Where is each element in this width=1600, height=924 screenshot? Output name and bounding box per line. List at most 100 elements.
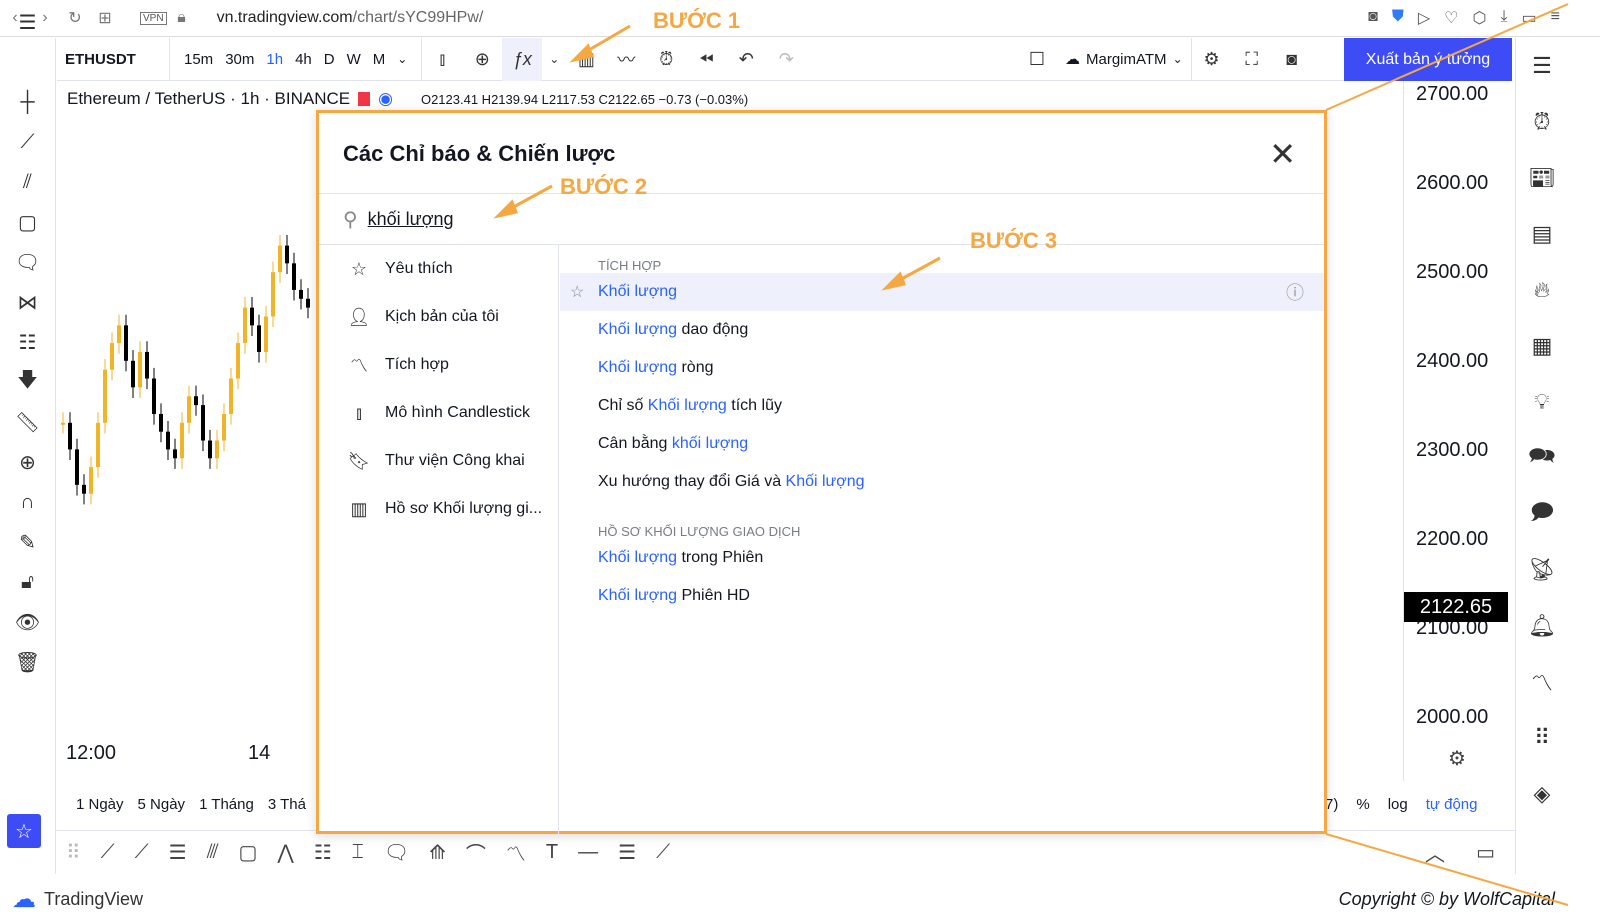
templates-icon[interactable]: 〰 — [606, 38, 646, 81]
vpn-badge[interactable]: VPN — [140, 11, 167, 25]
alarm-icon[interactable]: ⏰︎ — [1516, 94, 1568, 150]
path-icon[interactable]: ⟰ — [429, 840, 446, 865]
layers-icon[interactable]: ◈ — [1516, 766, 1568, 822]
trend-line-icon[interactable]: ⟋ — [101, 841, 115, 864]
crosshair-icon[interactable]: ┼ — [0, 82, 55, 122]
camera-icon[interactable]: ◙ — [1368, 8, 1378, 28]
scale-option[interactable]: 7) — [1325, 796, 1338, 813]
price-axis[interactable]: 2000.00 2100.00 2200.00 2300.00 2400.00 2500.… — [1403, 81, 1513, 781]
text-note-icon[interactable]: 🗨︎ — [0, 242, 55, 282]
candlestick-chart[interactable] — [57, 81, 317, 521]
dom-icon[interactable]: ⠿ — [1516, 710, 1568, 766]
indicator-item[interactable]: Xu hướng thay đổi Giá và Khối lượng — [560, 463, 1324, 501]
snapshot-icon[interactable]: ◙ — [1272, 38, 1312, 81]
chat-icon[interactable]: 🗪 — [1516, 430, 1568, 486]
indicators-icon[interactable]: ƒx — [502, 37, 543, 81]
arrow-down-icon[interactable]: 🡇 — [0, 362, 55, 402]
eye-icon[interactable]: 👁︎ — [0, 602, 55, 642]
range-button[interactable]: 1 Tháng — [199, 796, 254, 813]
text-icon[interactable]: T — [546, 841, 558, 864]
indicator-item[interactable]: Chỉ số Khối lượng tích lũy — [560, 387, 1324, 425]
send-icon[interactable]: ▷ — [1418, 8, 1430, 28]
layout-icon[interactable]: ☐ — [1017, 38, 1057, 81]
heart-icon[interactable]: ♡ — [1444, 8, 1458, 28]
bar-chart-icon[interactable]: ▥ — [566, 38, 606, 81]
menu-icon[interactable]: ☰ — [0, 0, 55, 44]
indicator-item[interactable]: Khối lượng Phiên HD — [560, 577, 1324, 615]
ruler-icon[interactable]: 📏︎ — [0, 402, 55, 442]
grid-icon[interactable]: ⊞ — [90, 8, 120, 28]
axis-settings-icon[interactable]: ⚙︎ — [1448, 746, 1466, 771]
calendar-icon[interactable]: ▦ — [1516, 318, 1568, 374]
range-button[interactable]: 1 Ngày — [76, 796, 124, 813]
parallel-channel-icon[interactable]: ☰ — [169, 840, 187, 865]
indicator-item[interactable]: Khối lượng ròng — [560, 349, 1324, 387]
lock-icon[interactable]: 🔓︎ — [0, 562, 55, 602]
ray-icon[interactable]: ⟋ — [135, 841, 149, 864]
chevron-up-icon[interactable]: ︿ — [1425, 838, 1445, 867]
ideas-icon[interactable]: 💡︎ — [1516, 374, 1568, 430]
bell-icon[interactable]: 🔔︎ — [1516, 598, 1568, 654]
fib-icon[interactable]: ⫽ — [0, 162, 55, 202]
url-bar[interactable]: vn.tradingview.com/chart/sYC99HPw/ — [217, 9, 484, 27]
price-range-icon[interactable]: ⌶ — [352, 841, 364, 864]
range-button[interactable]: 3 Thá — [268, 796, 306, 813]
rectangle-icon[interactable]: ▢ — [239, 840, 258, 865]
search-input[interactable]: ⚲ khối lượng — [319, 193, 1324, 245]
callout-icon[interactable]: 🗨︎ — [384, 840, 409, 865]
box-icon[interactable]: ⬡ — [1472, 8, 1486, 28]
star-icon[interactable]: ☆ — [570, 282, 584, 302]
zoom-in-icon[interactable]: ⊕ — [0, 442, 55, 482]
range-button[interactable]: 5 Ngày — [138, 796, 186, 813]
fullscreen-icon[interactable]: ⛶ — [1232, 38, 1272, 81]
alert-icon[interactable]: ⏰︎ — [646, 38, 686, 81]
scale-option[interactable]: log — [1388, 796, 1408, 813]
lock-draw-icon[interactable]: ✎ — [0, 522, 55, 562]
symbol-button[interactable]: ETHUSDT — [57, 37, 170, 81]
data-window-icon[interactable]: ▤ — [1516, 206, 1568, 262]
chevron-down-icon[interactable]: ⌄ — [542, 38, 566, 81]
flag-icon[interactable] — [358, 92, 371, 106]
timeframe-15m[interactable]: 15m — [184, 51, 213, 68]
pitchfork-icon[interactable]: ⫻ — [207, 841, 219, 864]
timeframe-W[interactable]: W — [347, 51, 361, 68]
timeframe-D[interactable]: D — [324, 51, 335, 68]
chart-type-icon[interactable]: ⫾ — [422, 38, 462, 81]
pattern-icon[interactable]: ⋈ — [0, 282, 55, 322]
scale-option[interactable]: % — [1356, 796, 1369, 813]
category-item[interactable]: ☆ Yêu thích — [319, 245, 558, 293]
category-item[interactable]: ⫾ Mô hình Candlestick — [319, 389, 558, 437]
help-icon[interactable]: ⓘ — [1286, 279, 1304, 305]
watchlist-icon[interactable]: ☰ — [1516, 38, 1568, 94]
stream-icon[interactable]: 📡︎ — [1516, 542, 1568, 598]
category-item[interactable]: 👤︎ Kịch bản của tôi — [319, 293, 558, 341]
comment-icon[interactable]: 🗩 — [1516, 486, 1568, 542]
trend-line-icon[interactable]: ⟋ — [0, 122, 55, 162]
category-item[interactable]: ▥ Hồ sơ Khối lượng gi... — [319, 485, 558, 533]
compare-icon[interactable]: ⊕ — [462, 38, 502, 81]
trash-icon[interactable]: 🗑︎ — [0, 642, 55, 682]
close-icon[interactable]: ✕ — [1269, 135, 1296, 173]
trading-icon[interactable]: 〽 — [1516, 654, 1568, 710]
timeframe-4h[interactable]: 4h — [295, 51, 312, 68]
pattern-icon[interactable]: ⋀ — [277, 840, 293, 865]
drag-handle-icon[interactable]: ⠿ — [66, 840, 81, 865]
horizontal-line-icon[interactable]: — — [578, 841, 598, 864]
timeframe-1h[interactable]: 1h — [266, 51, 283, 68]
indicator-item[interactable]: Khối lượng trong Phiên — [560, 539, 1324, 577]
hotlist-icon[interactable]: 🔥︎ — [1516, 262, 1568, 318]
magnet-icon[interactable]: ∩ — [0, 482, 55, 522]
timeframe-M[interactable]: M — [373, 51, 386, 68]
category-item[interactable]: 🔖︎ Thư viện Công khai — [319, 437, 558, 485]
maximize-icon[interactable]: ▭ — [1476, 840, 1495, 865]
settings-icon[interactable]: ≡ — [1551, 8, 1560, 28]
indicator-item[interactable]: Khối lượng dao động — [560, 311, 1324, 349]
favorites-icon[interactable]: ☆ — [7, 814, 41, 848]
polyline-icon[interactable]: 〽 — [506, 838, 526, 867]
layout-select[interactable]: ☁︎ MargimATM ⌄ — [1057, 37, 1192, 81]
forecast-icon[interactable]: ☷ — [314, 840, 332, 865]
undo-icon[interactable]: ↶ — [726, 38, 766, 81]
download-icon[interactable]: ⤓ — [1500, 8, 1507, 28]
fib-icon[interactable]: ☰ — [618, 840, 636, 865]
category-item[interactable]: 〽 Tích hợp — [319, 341, 558, 389]
